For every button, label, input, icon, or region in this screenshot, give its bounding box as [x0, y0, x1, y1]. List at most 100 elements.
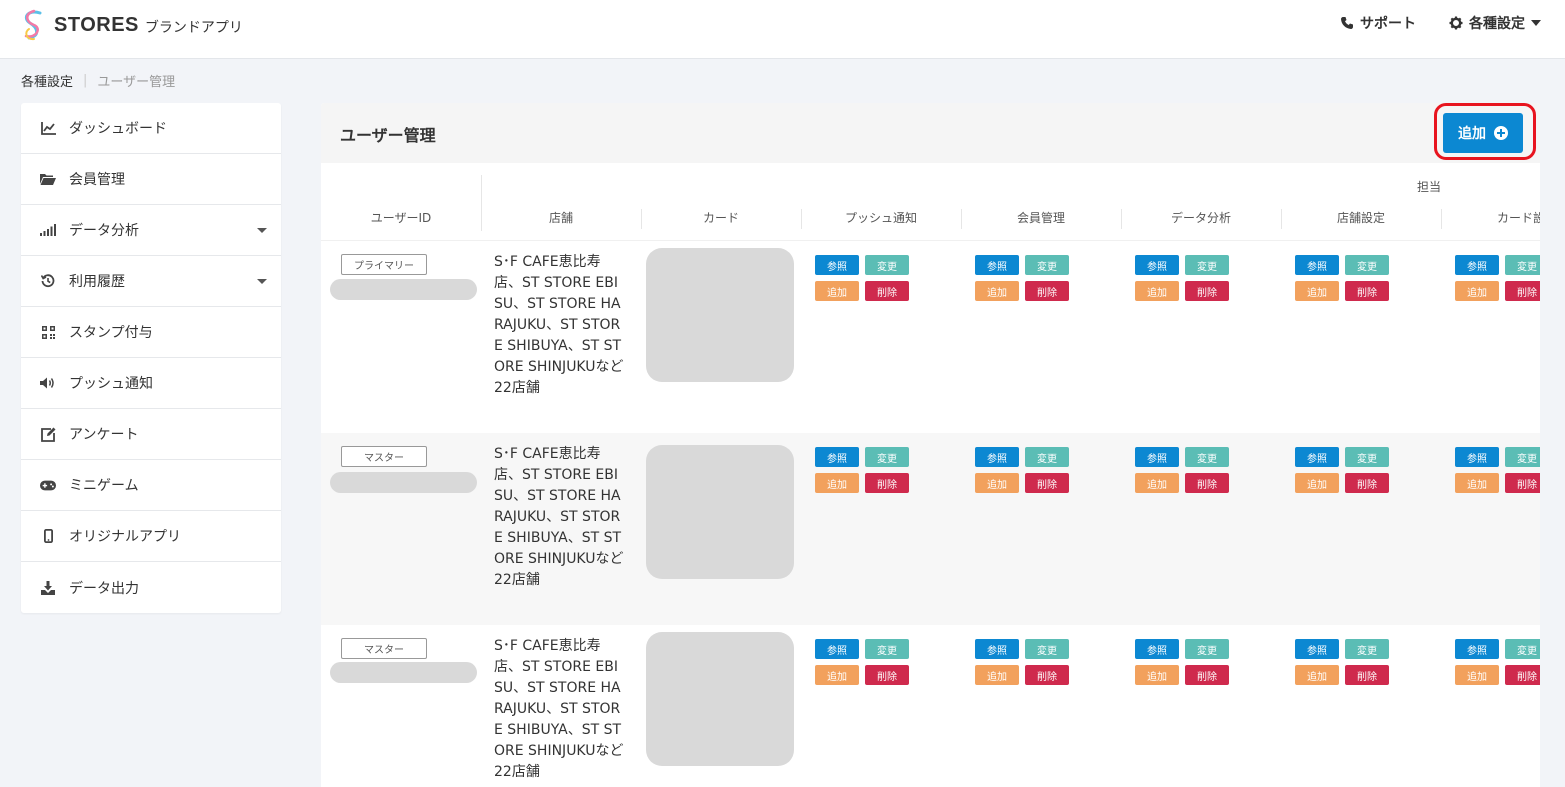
- store-settings-permissions: 参照 変更 追加 削除: [1295, 639, 1391, 685]
- add-toggle[interactable]: 追加: [1135, 665, 1179, 685]
- role-badge: マスター: [341, 638, 427, 659]
- edit-toggle[interactable]: 変更: [865, 447, 909, 467]
- view-toggle[interactable]: 参照: [975, 639, 1019, 659]
- sidebar-item-members[interactable]: 会員管理: [21, 154, 281, 205]
- table-row[interactable]: マスター S･F CAFE恵比寿店、ST STORE EBISU、ST STOR…: [321, 625, 1540, 787]
- view-toggle[interactable]: 参照: [1455, 639, 1499, 659]
- view-toggle[interactable]: 参照: [815, 447, 859, 467]
- edit-toggle[interactable]: 変更: [1025, 255, 1069, 275]
- delete-toggle[interactable]: 削除: [1505, 473, 1540, 493]
- view-toggle[interactable]: 参照: [1295, 255, 1339, 275]
- plus-circle-icon: [1494, 126, 1508, 140]
- delete-toggle[interactable]: 削除: [1505, 281, 1540, 301]
- add-toggle[interactable]: 追加: [1455, 665, 1499, 685]
- members-permissions: 参照 変更 追加 削除: [975, 255, 1071, 301]
- edit-toggle[interactable]: 変更: [1185, 255, 1229, 275]
- delete-toggle[interactable]: 削除: [1025, 281, 1069, 301]
- breadcrumb-root[interactable]: 各種設定: [21, 71, 73, 90]
- column-header-store-settings: 店舗設定: [1336, 211, 1385, 225]
- role-badge: プライマリー: [341, 254, 427, 275]
- view-toggle[interactable]: 参照: [1135, 639, 1179, 659]
- sidebar-item-survey[interactable]: アンケート: [21, 409, 281, 460]
- edit-toggle[interactable]: 変更: [865, 255, 909, 275]
- delete-toggle[interactable]: 削除: [865, 281, 909, 301]
- add-toggle[interactable]: 追加: [1135, 473, 1179, 493]
- column-header-analytics: データ分析: [1170, 211, 1231, 225]
- sidebar-item-export[interactable]: データ出力: [21, 562, 281, 613]
- edit-toggle[interactable]: 変更: [1025, 447, 1069, 467]
- edit-toggle[interactable]: 変更: [1345, 255, 1389, 275]
- support-link[interactable]: サポート: [1340, 13, 1416, 33]
- add-toggle[interactable]: 追加: [1295, 665, 1339, 685]
- edit-toggle[interactable]: 変更: [1185, 447, 1229, 467]
- view-toggle[interactable]: 参照: [975, 447, 1019, 467]
- chevron-down-icon: [1531, 20, 1541, 26]
- card-settings-permissions: 参照 変更 追加 削除: [1455, 639, 1540, 685]
- add-toggle[interactable]: 追加: [975, 473, 1019, 493]
- stores-logo-mark-icon: [24, 9, 42, 41]
- add-toggle[interactable]: 追加: [1455, 281, 1499, 301]
- sidebar-item-dashboard[interactable]: ダッシュボード: [21, 103, 281, 154]
- top-bar: STORES ブランドアプリ サポート 各種設定: [0, 0, 1565, 59]
- stores-logo[interactable]: STORES ブランドアプリ: [20, 8, 243, 42]
- add-toggle[interactable]: 追加: [975, 665, 1019, 685]
- sidebar-item-history[interactable]: 利用履歴: [21, 256, 281, 307]
- logo-subtitle: ブランドアプリ: [144, 19, 243, 36]
- delete-toggle[interactable]: 削除: [1345, 281, 1389, 301]
- edit-toggle[interactable]: 変更: [865, 639, 909, 659]
- sidebar-item-label: 利用履歴: [69, 274, 125, 290]
- edit-toggle[interactable]: 変更: [1505, 447, 1540, 467]
- delete-toggle[interactable]: 削除: [1505, 665, 1540, 685]
- edit-toggle[interactable]: 変更: [1505, 639, 1540, 659]
- sidebar-item-original-app[interactable]: オリジナルアプリ: [21, 511, 281, 562]
- sidebar-item-label: プッシュ通知: [69, 376, 153, 392]
- column-header-stores: 店舗: [548, 211, 573, 225]
- sidebar-item-push[interactable]: プッシュ通知: [21, 358, 281, 409]
- delete-toggle[interactable]: 削除: [1185, 281, 1229, 301]
- delete-toggle[interactable]: 削除: [1345, 473, 1389, 493]
- delete-toggle[interactable]: 削除: [1185, 665, 1229, 685]
- sidebar-item-stamp[interactable]: スタンプ付与: [21, 307, 281, 358]
- delete-toggle[interactable]: 削除: [1185, 473, 1229, 493]
- edit-toggle[interactable]: 変更: [1345, 639, 1389, 659]
- edit-toggle[interactable]: 変更: [1185, 639, 1229, 659]
- add-toggle[interactable]: 追加: [975, 281, 1019, 301]
- table-row[interactable]: プライマリー S･F CAFE恵比寿店、ST STORE EBISU、ST ST…: [321, 241, 1540, 433]
- store-settings-permissions: 参照 変更 追加 削除: [1295, 255, 1391, 301]
- view-toggle[interactable]: 参照: [975, 255, 1019, 275]
- add-toggle[interactable]: 追加: [1135, 281, 1179, 301]
- stores-text: S･F CAFE恵比寿店、ST STORE EBISU、ST STORE HAR…: [494, 446, 624, 588]
- delete-toggle[interactable]: 削除: [1025, 473, 1069, 493]
- delete-toggle[interactable]: 削除: [865, 665, 909, 685]
- card-image: [646, 248, 794, 382]
- edit-toggle[interactable]: 変更: [1025, 639, 1069, 659]
- view-toggle[interactable]: 参照: [1455, 255, 1499, 275]
- sidebar-item-analytics[interactable]: データ分析: [21, 205, 281, 256]
- add-toggle[interactable]: 追加: [1455, 473, 1499, 493]
- add-toggle[interactable]: 追加: [815, 473, 859, 493]
- edit-toggle[interactable]: 変更: [1505, 255, 1540, 275]
- edit-toggle[interactable]: 変更: [1345, 447, 1389, 467]
- add-toggle[interactable]: 追加: [815, 281, 859, 301]
- delete-toggle[interactable]: 削除: [865, 473, 909, 493]
- add-toggle[interactable]: 追加: [1295, 281, 1339, 301]
- table-row[interactable]: マスター S･F CAFE恵比寿店、ST STORE EBISU、ST STOR…: [321, 433, 1540, 625]
- role-badge: マスター: [341, 446, 427, 467]
- push-permissions: 参照 変更 追加 削除: [815, 255, 911, 301]
- settings-menu[interactable]: 各種設定: [1449, 13, 1541, 33]
- delete-toggle[interactable]: 削除: [1345, 665, 1389, 685]
- view-toggle[interactable]: 参照: [1295, 639, 1339, 659]
- add-user-button[interactable]: 追加: [1443, 113, 1523, 153]
- view-toggle[interactable]: 参照: [815, 639, 859, 659]
- add-toggle[interactable]: 追加: [815, 665, 859, 685]
- sidebar-item-minigame[interactable]: ミニゲーム: [21, 460, 281, 511]
- user-id-placeholder: [330, 662, 477, 683]
- view-toggle[interactable]: 参照: [815, 255, 859, 275]
- view-toggle[interactable]: 参照: [1295, 447, 1339, 467]
- view-toggle[interactable]: 参照: [1135, 255, 1179, 275]
- view-toggle[interactable]: 参照: [1135, 447, 1179, 467]
- sidebar-item-label: データ出力: [69, 580, 139, 597]
- view-toggle[interactable]: 参照: [1455, 447, 1499, 467]
- add-toggle[interactable]: 追加: [1295, 473, 1339, 493]
- delete-toggle[interactable]: 削除: [1025, 665, 1069, 685]
